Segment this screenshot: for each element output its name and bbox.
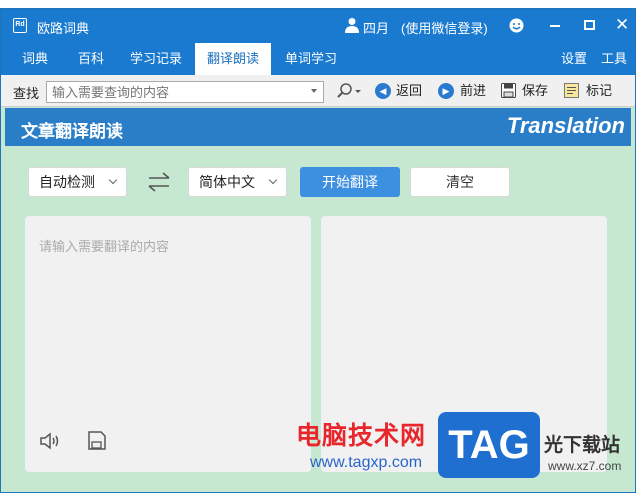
tab-word-study[interactable]: 单词学习 xyxy=(273,43,349,75)
translation-brand: Translation xyxy=(506,113,625,138)
search-input[interactable] xyxy=(46,81,324,103)
swap-languages-icon[interactable] xyxy=(147,171,171,193)
close-button[interactable]: ✕ xyxy=(615,16,629,33)
background-window-strip xyxy=(0,0,636,8)
tab-translate-read[interactable]: 翻译朗读 xyxy=(195,43,271,75)
chevron-down-icon xyxy=(268,175,278,185)
source-text-panel xyxy=(25,216,311,472)
back-button[interactable]: 返回 xyxy=(396,82,422,100)
menu-bar: 词典 百科 学习记录 翻译朗读 单词学习 设置 工具 xyxy=(1,43,635,75)
target-language-value: 简体中文 xyxy=(199,174,255,190)
save-icon[interactable] xyxy=(87,431,106,450)
title-bar: Rd 欧路词典 四月 (使用微信登录) ✕ xyxy=(1,9,635,43)
speaker-icon[interactable] xyxy=(39,431,61,451)
source-language-value: 自动检测 xyxy=(39,174,95,190)
save-disk-icon[interactable] xyxy=(501,83,516,98)
watermark-site-url: www.xz7.com xyxy=(548,459,622,473)
app-logo-icon: Rd xyxy=(13,18,27,33)
lookup-label: 查找 xyxy=(13,86,40,101)
watermark-site-name: 光下载站 xyxy=(544,435,621,456)
chevron-down-icon xyxy=(108,175,118,185)
menu-tools[interactable]: 工具 xyxy=(601,43,627,75)
user-icon xyxy=(345,18,359,33)
back-icon[interactable]: ◀ xyxy=(375,83,391,99)
maximize-button[interactable] xyxy=(584,20,595,30)
app-title: 欧路词典 xyxy=(37,21,90,36)
clear-button[interactable]: 清空 xyxy=(410,167,510,197)
magnifier-icon[interactable] xyxy=(335,82,363,100)
forward-button[interactable]: 前进 xyxy=(460,82,486,100)
toolbar: 查找 ◀ 返回 ▶ 前进 保存 标记 xyxy=(1,75,635,107)
minimize-button[interactable] xyxy=(550,25,560,27)
tab-encyclopedia[interactable]: 百科 xyxy=(63,43,119,75)
tab-study-records[interactable]: 学习记录 xyxy=(119,43,193,75)
watermark-url: www.tagxp.com xyxy=(310,454,423,471)
smile-icon[interactable] xyxy=(509,18,524,33)
menu-settings[interactable]: 设置 xyxy=(561,43,587,75)
tab-dictionary[interactable]: 词典 xyxy=(7,43,63,75)
mark-button[interactable]: 标记 xyxy=(586,82,612,100)
page-title: 文章翻译朗读 xyxy=(21,122,123,141)
watermark: 电脑技术网 www.tagxp.com TAG 光下载站 www.xz7.com xyxy=(292,408,636,493)
search-dropdown-icon[interactable] xyxy=(311,89,317,93)
forward-icon[interactable]: ▶ xyxy=(438,83,454,99)
save-button[interactable]: 保存 xyxy=(522,82,548,100)
start-translate-button[interactable]: 开始翻译 xyxy=(300,167,400,197)
watermark-tag-logo: TAG xyxy=(438,412,540,478)
source-language-select[interactable]: 自动检测 xyxy=(28,167,127,197)
source-text-input[interactable] xyxy=(25,216,311,416)
translate-header: 文章翻译朗读 Translation xyxy=(5,108,631,146)
mark-note-icon[interactable] xyxy=(564,83,579,98)
user-name[interactable]: 四月 xyxy=(363,18,389,37)
wechat-login-link[interactable]: (使用微信登录) xyxy=(401,18,488,37)
watermark-cn-text: 电脑技术网 xyxy=(296,422,427,450)
target-language-select[interactable]: 简体中文 xyxy=(188,167,287,197)
